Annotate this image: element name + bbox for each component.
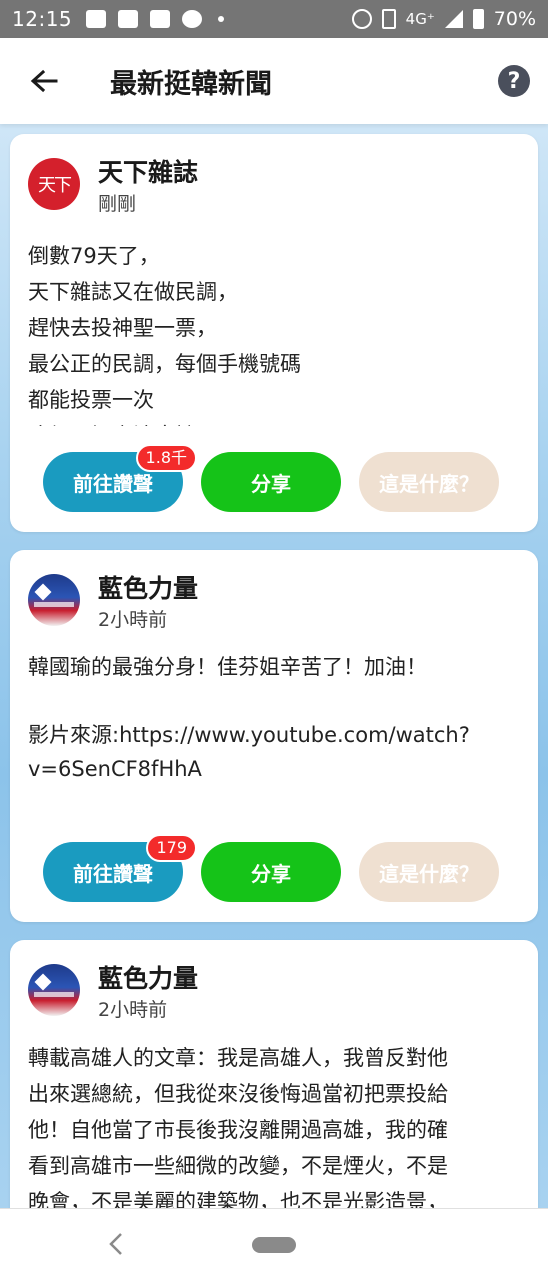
nav-home-pill[interactable]: [252, 1237, 296, 1253]
back-button[interactable]: [14, 51, 74, 111]
post-time: 2小時前: [98, 609, 168, 631]
signal-icon: [444, 10, 463, 28]
logo-band: [34, 602, 74, 607]
status-time: 12:15: [12, 7, 73, 31]
post-time: 剛剛: [98, 193, 137, 215]
source-name[interactable]: 藍色力量: [98, 964, 198, 994]
post-body[interactable]: 轉載高雄人的文章：我是高雄人，我曾反對他 出來選總統，但我從來沒後悔過當初把票投…: [10, 1022, 538, 1208]
post-body[interactable]: 韓國瑜的最強分身！佳芬姐辛苦了！加油！ 影片來源:https://www.you…: [10, 632, 538, 812]
card-actions: 前往讚聲 1.8千 分享 這是什麼？: [43, 444, 499, 512]
post-time: 2小時前: [98, 999, 168, 1021]
share-label: 分享: [251, 861, 291, 886]
share-label: 分享: [251, 471, 291, 496]
gallery-notification-icon: [86, 10, 107, 28]
what-is-this-label: 這是什麼？: [379, 861, 479, 886]
help-button[interactable]: ?: [498, 65, 530, 97]
card-header: 天下 天下雜誌 剛剛: [10, 134, 538, 216]
source-name[interactable]: 藍色力量: [98, 574, 198, 604]
share-button[interactable]: 分享: [201, 842, 341, 902]
news-card: 藍色力量 2小時前 韓國瑜的最強分身！佳芬姐辛苦了！加油！ 影片來源:https…: [10, 550, 538, 922]
card-header: 藍色力量 2小時前: [10, 940, 538, 1022]
source-avatar[interactable]: 天下: [28, 158, 80, 210]
question-icon: ?: [507, 68, 521, 94]
share-button[interactable]: 分享: [201, 452, 341, 512]
battery-percent: 70%: [493, 8, 536, 30]
news-feed[interactable]: 天下 天下雜誌 剛剛 倒數79天了， 天下雜誌又在做民調， 趕快去投神聖一票， …: [0, 124, 548, 1208]
arrow-left-icon: [30, 69, 58, 93]
app-header: 最新挺韓新聞 ?: [0, 38, 548, 124]
news-card: 藍色力量 2小時前 轉載高雄人的文章：我是高雄人，我曾反對他 出來選總統，但我從…: [10, 940, 538, 1208]
what-is-this-button[interactable]: 這是什麼？: [359, 842, 499, 902]
system-nav-bar: [0, 1208, 548, 1280]
avatar-logo-text: 天下: [38, 175, 72, 196]
card-header: 藍色力量 2小時前: [10, 550, 538, 632]
more-notifications-icon: [218, 16, 225, 22]
post-body[interactable]: 倒數79天了， 天下雜誌又在做民調， 趕快去投神聖一票， 最公正的民調，每個手機…: [10, 216, 538, 426]
go-praise-button[interactable]: 前往讚聲 179: [43, 834, 197, 902]
star-logo-icon: [34, 583, 52, 601]
praise-count-badge: 1.8千: [135, 444, 197, 472]
star-logo-icon: [34, 973, 52, 991]
vibrate-icon: [381, 9, 396, 29]
go-praise-label: 前往讚聲: [73, 471, 153, 496]
qr-notification-icon: [150, 10, 171, 28]
status-right: 4G⁺ 70%: [351, 8, 536, 30]
source-avatar[interactable]: [28, 964, 80, 1016]
source-avatar[interactable]: [28, 574, 80, 626]
praise-count-badge: 179: [146, 834, 197, 862]
network-type: 4G⁺: [405, 10, 435, 28]
game-controller-notification-icon: [118, 10, 139, 28]
nav-back-button[interactable]: [104, 1231, 128, 1257]
facebook-notification-icon: [182, 10, 203, 28]
what-is-this-button[interactable]: 這是什麼？: [359, 452, 499, 512]
battery-icon: [472, 9, 484, 29]
status-bar: 12:15 4G⁺ 70%: [0, 0, 548, 38]
go-praise-button[interactable]: 前往讚聲 1.8千: [43, 444, 197, 512]
chevron-left-icon: [109, 1233, 122, 1255]
alarm-icon: [351, 9, 372, 29]
card-actions: 前往讚聲 179 分享 這是什麼？: [43, 834, 499, 902]
page-title: 最新挺韓新聞: [110, 68, 272, 100]
logo-band: [34, 992, 74, 997]
go-praise-label: 前往讚聲: [73, 861, 153, 886]
news-card: 天下 天下雜誌 剛剛 倒數79天了， 天下雜誌又在做民調， 趕快去投神聖一票， …: [10, 134, 538, 532]
source-name[interactable]: 天下雜誌: [98, 158, 198, 188]
what-is-this-label: 這是什麼？: [379, 471, 479, 496]
